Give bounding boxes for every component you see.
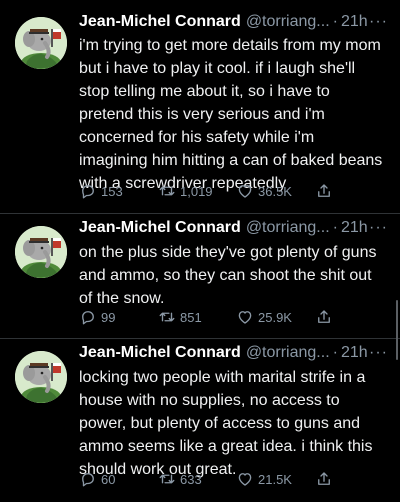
- share-icon: [315, 182, 333, 200]
- tweet-text: on the plus side they've got plenty of g…: [79, 244, 377, 307]
- separator: ·: [332, 344, 338, 361]
- author-handle[interactable]: @torriang...: [246, 217, 330, 239]
- like-button[interactable]: 25.9K: [236, 307, 292, 327]
- heart-icon: [236, 470, 254, 488]
- retweet-icon: [158, 470, 176, 488]
- tweet-header: Jean-Michel Connard @torriang... · 21h ·…: [79, 342, 388, 364]
- tweet[interactable]: Jean-Michel Connard @torriang... · 21h ·…: [0, 339, 400, 502]
- reply-button[interactable]: 60: [79, 469, 115, 489]
- like-count: 25.9K: [258, 309, 292, 325]
- like-button[interactable]: 36.5K: [236, 181, 292, 201]
- separator: ·: [332, 13, 338, 30]
- author-handle[interactable]: @torriang...: [246, 342, 330, 364]
- share-button[interactable]: [315, 469, 333, 489]
- author-name[interactable]: Jean-Michel Connard: [79, 342, 241, 364]
- reply-icon: [79, 182, 97, 200]
- more-options-icon[interactable]: ···: [369, 11, 388, 33]
- share-icon: [315, 308, 333, 326]
- reply-button[interactable]: 153: [79, 181, 123, 201]
- share-icon: [315, 470, 333, 488]
- timestamp[interactable]: 21h: [341, 11, 368, 33]
- avatar[interactable]: [15, 351, 67, 403]
- more-options-icon[interactable]: ···: [369, 342, 388, 364]
- retweet-count: 1,019: [180, 183, 213, 199]
- retweet-icon: [158, 182, 176, 200]
- reply-icon: [79, 308, 97, 326]
- avatar[interactable]: [15, 17, 67, 69]
- action-bar: 99 851 25.9K: [79, 307, 339, 327]
- elephant-avatar-icon: [15, 226, 67, 278]
- elephant-avatar-icon: [15, 351, 67, 403]
- tweet-text: i'm trying to get more details from my m…: [79, 37, 383, 192]
- retweet-icon: [158, 308, 176, 326]
- reply-count: 99: [101, 309, 116, 325]
- retweet-count: 633: [180, 471, 202, 487]
- separator: ·: [332, 219, 338, 236]
- heart-icon: [236, 182, 254, 200]
- more-options-icon[interactable]: ···: [369, 217, 388, 239]
- share-button[interactable]: [315, 307, 333, 327]
- reply-button[interactable]: 99: [79, 307, 115, 327]
- author-name[interactable]: Jean-Michel Connard: [79, 11, 241, 33]
- retweet-button[interactable]: 851: [158, 307, 202, 327]
- like-count: 21.5K: [258, 471, 292, 487]
- reply-count: 153: [101, 183, 123, 199]
- author-handle[interactable]: @torriang...: [246, 11, 330, 33]
- tweet-text: locking two people with marital strife i…: [79, 369, 373, 478]
- timestamp[interactable]: 21h: [341, 217, 368, 239]
- author-name[interactable]: Jean-Michel Connard: [79, 217, 241, 239]
- share-button[interactable]: [315, 181, 333, 201]
- reply-count: 60: [101, 471, 116, 487]
- reply-icon: [79, 470, 97, 488]
- scrollbar[interactable]: [396, 300, 398, 360]
- retweet-button[interactable]: 1,019: [158, 181, 213, 201]
- retweet-count: 851: [180, 309, 202, 325]
- tweet-header: Jean-Michel Connard @torriang... · 21h ·…: [79, 217, 388, 239]
- like-count: 36.5K: [258, 183, 292, 199]
- elephant-avatar-icon: [15, 17, 67, 69]
- retweet-button[interactable]: 633: [158, 469, 202, 489]
- action-bar: 153 1,019 36.5K: [79, 181, 339, 201]
- avatar[interactable]: [15, 226, 67, 278]
- timestamp[interactable]: 21h: [341, 342, 368, 364]
- like-button[interactable]: 21.5K: [236, 469, 292, 489]
- tweet[interactable]: Jean-Michel Connard @torriang... · 21h ·…: [0, 214, 400, 339]
- tweet[interactable]: Jean-Michel Connard @torriang... · 21h ·…: [0, 0, 400, 214]
- heart-icon: [236, 308, 254, 326]
- tweet-header: Jean-Michel Connard @torriang... · 21h ·…: [79, 11, 388, 33]
- action-bar: 60 633 21.5K: [79, 469, 339, 489]
